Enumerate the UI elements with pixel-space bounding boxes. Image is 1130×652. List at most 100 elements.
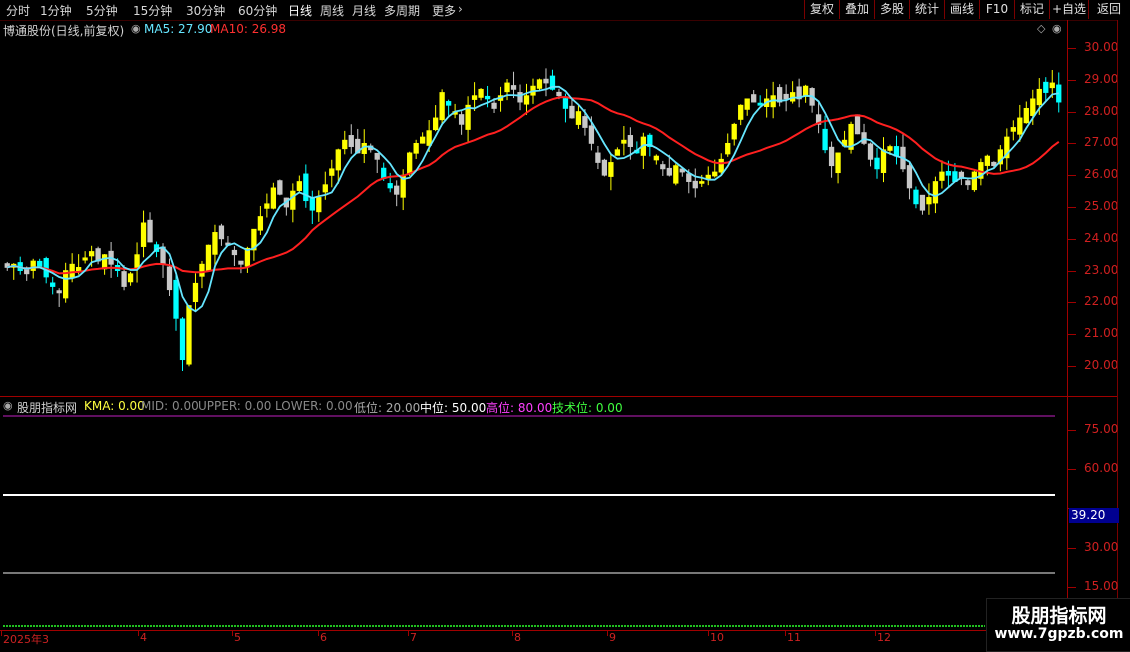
multi-stock-button[interactable]: 多股 <box>874 0 909 19</box>
candle-body <box>510 85 517 90</box>
month-label: 7 <box>410 631 417 644</box>
candle-body <box>906 165 913 189</box>
candle-body <box>166 266 173 291</box>
price-tick-label: 26.00 <box>1084 167 1119 182</box>
candle-body <box>309 196 315 211</box>
candle-body <box>939 171 945 181</box>
tab-multi-period[interactable]: 多周期 <box>384 2 420 19</box>
price-tick <box>1068 111 1076 113</box>
candle-body <box>887 146 893 151</box>
candle-body <box>413 143 419 154</box>
restore-rights-button[interactable]: 复权 <box>804 0 839 19</box>
candle-body <box>874 157 880 170</box>
chevron-right-icon[interactable]: › <box>458 2 463 16</box>
candle-body <box>420 136 426 144</box>
candle-body <box>1010 127 1016 132</box>
candle-body <box>536 79 543 89</box>
price-tick-label: 23.00 <box>1084 262 1119 277</box>
candle-body <box>575 111 582 125</box>
indicator-tick-label: 60.00 <box>1084 461 1119 475</box>
price-tick <box>1068 238 1076 240</box>
candle-body <box>329 168 335 176</box>
watermark: 股朋指标网 www.7gpzb.com <box>986 598 1130 652</box>
candle-body <box>783 93 789 100</box>
indicator-tick <box>1068 548 1076 549</box>
ma5-label: MA5: 27.90 <box>144 22 213 36</box>
candle-body <box>965 180 971 186</box>
side-info-strip <box>1117 20 1130 630</box>
candle-body <box>50 282 56 287</box>
tab-1min[interactable]: 1分钟 <box>40 2 72 19</box>
settings-circle-icon[interactable]: ◉ <box>1052 22 1062 35</box>
tab-15min[interactable]: 15分钟 <box>133 2 172 19</box>
candle-body <box>601 159 608 176</box>
month-tick <box>607 630 608 636</box>
candle-body <box>348 135 354 147</box>
price-tick <box>1068 79 1076 81</box>
candle-body <box>101 254 108 270</box>
candle-body <box>556 91 562 97</box>
candle-body <box>296 181 302 191</box>
f10-button[interactable]: F10 <box>979 0 1014 19</box>
tab-daily[interactable]: 日线 <box>288 2 312 19</box>
mark-button[interactable]: 标记 <box>1014 0 1049 19</box>
price-tick-label: 25.00 <box>1084 199 1119 213</box>
candle-body <box>867 143 874 160</box>
candle-body <box>432 117 439 131</box>
candle-body <box>653 155 659 161</box>
tab-fenshi[interactable]: 分时 <box>6 2 30 19</box>
candle-body <box>913 189 919 205</box>
candle-body <box>231 249 238 256</box>
candle-body <box>744 98 750 110</box>
month-tick <box>708 630 709 636</box>
candle-body <box>277 180 283 195</box>
add-watchlist-button[interactable]: +自选 <box>1049 0 1088 19</box>
candle-body <box>718 158 724 173</box>
ma5-line <box>6 85 1059 313</box>
candle-body <box>828 146 835 167</box>
candle-body <box>179 318 186 361</box>
diamond-icon[interactable]: ◇ <box>1037 22 1045 35</box>
draw-line-button[interactable]: 画线 <box>944 0 979 19</box>
candle-body <box>88 251 95 257</box>
candle-body <box>199 263 205 277</box>
candle-body <box>439 92 445 121</box>
candle-body <box>880 149 887 173</box>
back-button[interactable]: 返回 <box>1088 0 1129 19</box>
indicator-tick-label: 15.00 <box>1084 579 1119 593</box>
candle-body <box>504 82 510 93</box>
month-tick <box>138 630 139 636</box>
candle-body <box>478 88 484 98</box>
month-label: 2025年3 <box>3 633 49 646</box>
candle-body <box>854 114 861 135</box>
statistics-button[interactable]: 统计 <box>909 0 944 19</box>
candle-body <box>1023 108 1029 124</box>
candle-body <box>127 273 134 283</box>
tab-30min[interactable]: 30分钟 <box>186 2 225 19</box>
candle-body <box>407 152 413 175</box>
settings-circle-icon[interactable]: ◉ <box>131 22 141 35</box>
candle-body <box>588 125 595 144</box>
tab-5min[interactable]: 5分钟 <box>86 2 118 19</box>
overlay-button[interactable]: 叠加 <box>839 0 874 19</box>
candle-body <box>926 197 932 205</box>
candle-body <box>491 102 497 109</box>
candle-body <box>919 194 926 211</box>
candle-body <box>316 197 322 213</box>
candle-body <box>1017 117 1023 135</box>
tab-monthly[interactable]: 月线 <box>352 2 376 19</box>
price-tick-label: 30.00 <box>1084 40 1119 54</box>
tab-60min[interactable]: 60分钟 <box>238 2 277 19</box>
month-label: 9 <box>609 631 616 644</box>
candle-body <box>218 225 225 240</box>
month-tick <box>232 630 233 636</box>
candle-body <box>971 171 978 191</box>
tab-more[interactable]: 更多 <box>432 2 456 19</box>
candle-body <box>543 78 549 84</box>
indicator-tick-label: 75.00 <box>1084 422 1119 436</box>
price-tick-label: 22.00 <box>1084 294 1119 309</box>
tab-weekly[interactable]: 周线 <box>320 2 344 19</box>
candle-body <box>322 184 328 193</box>
candle-body <box>582 116 588 128</box>
candle-body <box>342 139 348 150</box>
